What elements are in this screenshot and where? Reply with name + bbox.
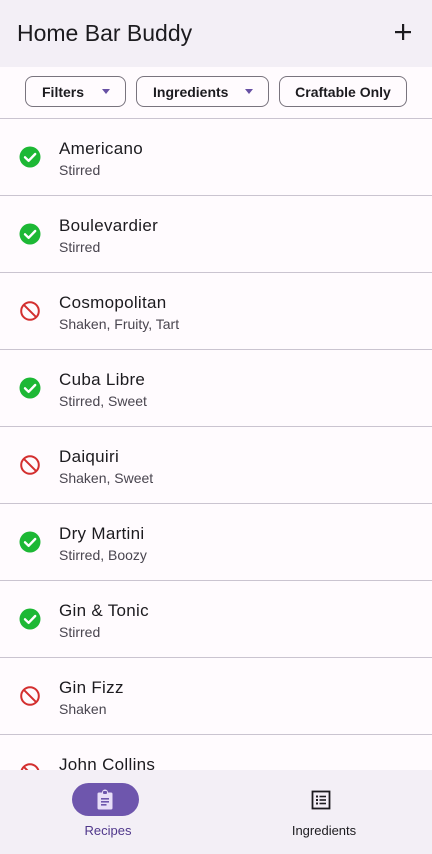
plus-icon (395, 24, 411, 40)
recipe-tags: Stirred (59, 624, 101, 640)
check-circle-icon (19, 531, 41, 553)
recipe-name: Gin Fizz (59, 678, 124, 697)
block-icon (20, 686, 40, 706)
clipboard-icon (97, 789, 113, 810)
bottom-navigation: Recipes Ingredients (0, 770, 432, 854)
filters-chip-label: Filters (42, 83, 85, 100)
recipe-row[interactable]: Dry Martini Stirred, Boozy (0, 504, 432, 581)
recipe-row[interactable]: Daiquiri Shaken, Sweet (0, 427, 432, 504)
filters-chip[interactable]: Filters (25, 76, 126, 107)
recipe-name: Boulevardier (59, 216, 159, 235)
recipe-tags: Shaken, Sweet (59, 470, 154, 486)
recipe-row[interactable]: Cosmopolitan Shaken, Fruity, Tart (0, 273, 432, 350)
check-circle-icon (19, 146, 41, 168)
recipe-name: Dry Martini (59, 524, 145, 543)
nav-recipes[interactable]: Recipes (0, 770, 216, 854)
check-circle-icon (19, 377, 41, 399)
list-box-icon (311, 790, 331, 810)
check-circle-icon (19, 608, 41, 630)
recipe-row[interactable]: Americano Stirred (0, 119, 432, 196)
recipe-tags: Stirred, Sweet (59, 393, 147, 409)
app-title: Home Bar Buddy (17, 20, 193, 46)
nav-ingredients[interactable]: Ingredients (216, 770, 432, 854)
filter-bar: Filters Ingredients Craftable Only (0, 67, 432, 118)
recipe-tags: Stirred, Boozy (59, 547, 147, 563)
craftable-only-chip[interactable]: Craftable Only (279, 76, 407, 107)
recipe-tags: Stirred (59, 162, 101, 178)
recipe-row[interactable]: Gin & Tonic Stirred (0, 581, 432, 658)
dropdown-caret-icon (102, 89, 110, 94)
recipe-row[interactable]: Boulevardier Stirred (0, 196, 432, 273)
recipe-name: Americano (59, 139, 143, 158)
ingredients-chip-label: Ingredients (153, 83, 229, 100)
recipe-name: Cuba Libre (59, 370, 146, 389)
recipe-name: Cosmopolitan (59, 293, 167, 312)
recipe-row[interactable]: John Collins (0, 735, 432, 771)
craftable-only-chip-label: Craftable Only (295, 83, 391, 100)
nav-ingredients-label: Ingredients (291, 823, 357, 838)
recipe-tags: Shaken (59, 701, 107, 717)
recipe-tags: Shaken, Fruity, Tart (59, 316, 180, 332)
add-recipe-button[interactable] (392, 21, 414, 43)
recipe-row[interactable]: Cuba Libre Stirred, Sweet (0, 350, 432, 427)
dropdown-caret-icon (245, 89, 253, 94)
check-circle-icon (19, 223, 41, 245)
recipe-tags: Stirred (59, 239, 101, 255)
block-icon (20, 455, 40, 475)
recipe-name: John Collins (59, 755, 156, 771)
recipe-list[interactable]: Americano Stirred Boulevardier Stirred Cosmo… (0, 118, 432, 771)
top-app-bar: Home Bar Buddy (0, 0, 432, 67)
block-icon (20, 301, 40, 321)
recipe-name: Daiquiri (59, 447, 120, 466)
ingredients-chip[interactable]: Ingredients (136, 76, 269, 107)
nav-recipes-label: Recipes (84, 823, 132, 838)
recipe-name: Gin & Tonic (59, 601, 149, 620)
recipe-row[interactable]: Gin Fizz Shaken (0, 658, 432, 735)
